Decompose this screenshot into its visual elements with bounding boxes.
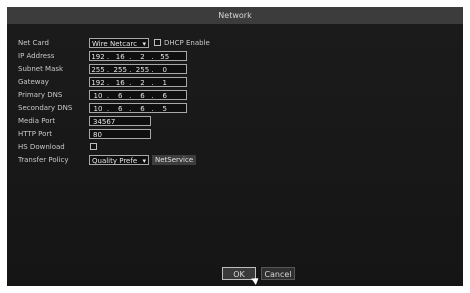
primary-dns-octet[interactable]: 10 <box>90 91 106 101</box>
http-port-label: HTTP Port <box>18 130 53 138</box>
subnet-mask-label: Subnet Mask <box>18 65 64 73</box>
secondary-dns-octet[interactable]: 10 <box>90 104 106 114</box>
hs-download-checkbox[interactable] <box>90 143 97 150</box>
gateway-field[interactable]: 192. 16. 2. 1 <box>89 77 187 87</box>
hs-download-label: HS Download <box>18 143 65 151</box>
subnet-mask-field[interactable]: 255. 255. 255. 0 <box>89 64 187 74</box>
ip-octet[interactable]: 16 <box>112 52 128 62</box>
transfer-policy-select[interactable]: Quality Prefe ▾ <box>89 155 149 165</box>
transfer-policy-label: Transfer Policy <box>18 156 69 164</box>
chevron-down-icon: ▾ <box>142 40 146 48</box>
dhcp-enable-checkbox[interactable] <box>154 39 161 46</box>
secondary-dns-octet[interactable]: 5 <box>157 104 173 114</box>
gateway-label: Gateway <box>18 78 49 86</box>
ip-address-label: IP Address <box>18 52 55 60</box>
network-form: Net Card Wire Netcarc ▾ DHCP Enable IP A… <box>7 24 463 286</box>
gateway-octet[interactable]: 2 <box>134 78 150 88</box>
primary-dns-octet[interactable]: 6 <box>134 91 150 101</box>
net-card-label: Net Card <box>18 39 49 47</box>
network-window: Network Net Card Wire Netcarc ▾ DHCP Ena… <box>7 7 463 286</box>
media-port-input[interactable]: 34567 <box>89 116 151 126</box>
dhcp-enable-label: DHCP Enable <box>164 39 210 47</box>
chevron-down-icon: ▾ <box>142 157 146 165</box>
secondary-dns-octet[interactable]: 6 <box>134 104 150 114</box>
screen-frame: Network Net Card Wire Netcarc ▾ DHCP Ena… <box>0 0 470 293</box>
ip-octet[interactable]: 2 <box>134 52 150 62</box>
subnet-octet[interactable]: 255 <box>112 65 128 75</box>
window-title: Network <box>7 7 463 24</box>
secondary-dns-label: Secondary DNS <box>18 104 73 112</box>
subnet-octet[interactable]: 255 <box>90 65 106 75</box>
subnet-octet[interactable]: 255 <box>134 65 150 75</box>
primary-dns-octet[interactable]: 6 <box>112 91 128 101</box>
ip-address-field[interactable]: 192. 16. 2. 55 <box>89 51 187 61</box>
media-port-label: Media Port <box>18 117 56 125</box>
primary-dns-label: Primary DNS <box>18 91 63 99</box>
ip-octet[interactable]: 192 <box>90 52 106 62</box>
transfer-policy-value: Quality Prefe <box>92 157 138 165</box>
secondary-dns-octet[interactable]: 6 <box>112 104 128 114</box>
http-port-input[interactable]: 80 <box>89 129 151 139</box>
net-card-select[interactable]: Wire Netcarc ▾ <box>89 38 149 48</box>
gateway-octet[interactable]: 192 <box>90 78 106 88</box>
ip-octet[interactable]: 55 <box>157 52 173 62</box>
secondary-dns-field[interactable]: 10. 6. 6. 5 <box>89 103 187 113</box>
primary-dns-field[interactable]: 10. 6. 6. 6 <box>89 90 187 100</box>
gateway-octet[interactable]: 16 <box>112 78 128 88</box>
mouse-pointer-icon <box>251 275 261 285</box>
subnet-octet[interactable]: 0 <box>157 65 173 75</box>
primary-dns-octet[interactable]: 6 <box>157 91 173 101</box>
gateway-octet[interactable]: 1 <box>157 78 173 88</box>
net-card-value: Wire Netcarc <box>92 40 137 48</box>
netservice-button[interactable]: NetService <box>152 155 197 165</box>
cancel-button[interactable]: Cancel <box>261 267 295 280</box>
